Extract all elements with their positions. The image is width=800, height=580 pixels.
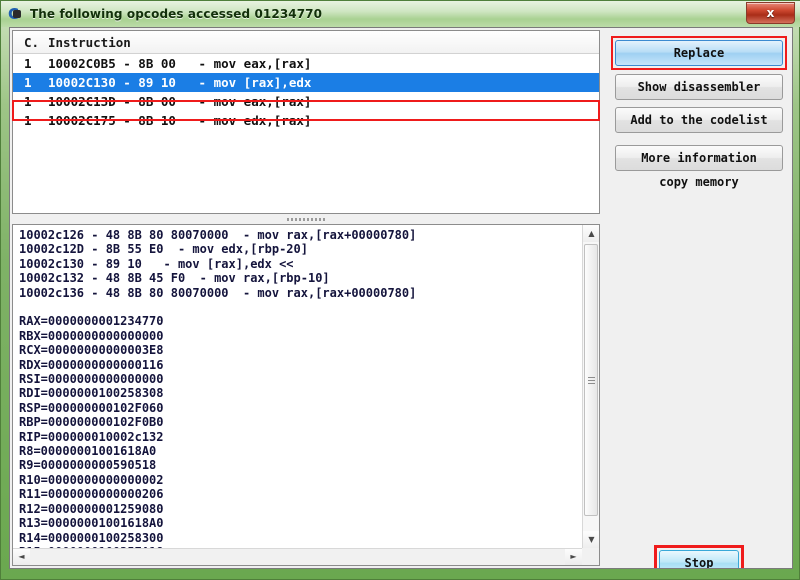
opcode-count: 1 (24, 75, 32, 90)
register-line: RCX=00000000000003E8 (19, 343, 164, 358)
disassembly-line: 10002c136 - 48 8B 80 80070000 - mov rax,… (19, 285, 417, 300)
register-line: R10=0000000000000002 (19, 472, 164, 487)
close-icon: x (766, 6, 775, 20)
splitter-grip-icon (287, 218, 325, 221)
opcode-list-header: C. Instruction (13, 31, 599, 54)
cheat-engine-opcode-window: C The following opcodes accessed 0123477… (0, 0, 800, 580)
memory-register-pane[interactable]: 10002c126 - 48 8B 80 80070000 - mov rax,… (12, 224, 600, 566)
client-area: C. Instruction 1 10002C0B5 - 8B 00 - mov … (9, 27, 793, 569)
register-line: R9=0000000000590518 (19, 458, 157, 473)
vertical-scroll-thumb[interactable] (584, 244, 598, 516)
register-line: RBP=000000000102F0B0 (19, 415, 164, 430)
opcode-count: 1 (24, 94, 32, 109)
scroll-down-button[interactable]: ▼ (583, 531, 599, 548)
opcode-row[interactable]: 1 10002C0B5 - 8B 00 - mov eax,[rax] (13, 54, 599, 73)
register-line: RSP=000000000102F060 (19, 400, 164, 415)
opcode-instruction: 10002C0B5 - 8B 00 - mov eax,[rax] (48, 56, 312, 71)
scrollbar-corner (582, 548, 599, 565)
column-header-instruction[interactable]: Instruction (48, 35, 599, 50)
horizontal-scrollbar[interactable]: ◄ ► (13, 548, 582, 565)
register-line: RBX=0000000000000000 (19, 328, 164, 343)
opcode-instruction: 10002C175 - 8B 10 - mov edx,[rax] (48, 113, 312, 128)
register-line: RAX=0000000001234770 (19, 314, 164, 329)
register-line: R14=0000000100258300 (19, 530, 164, 545)
close-button[interactable]: x (746, 2, 795, 24)
disassembly-line: 10002c130 - 89 10 - mov [rax],edx << (19, 256, 294, 271)
register-line: RDX=0000000000000116 (19, 357, 164, 372)
scroll-right-button[interactable]: ► (565, 549, 582, 565)
opcode-list[interactable]: C. Instruction 1 10002C0B5 - 8B 00 - mov … (12, 30, 600, 214)
cheat-engine-icon: C (8, 6, 24, 22)
opcode-row[interactable]: 1 10002C13D - 8B 00 - mov eax,[rax] (13, 92, 599, 111)
pane-splitter[interactable] (12, 216, 600, 223)
disassembly-line: 10002c12D - 8B 55 E0 - mov edx,[rbp-20] (19, 242, 308, 257)
chevron-left-icon: ◄ (18, 552, 25, 561)
register-line: RIP=000000010002c132 (19, 429, 164, 444)
column-header-count[interactable]: C. (13, 35, 48, 50)
register-line: R11=0000000000000206 (19, 487, 164, 502)
memory-register-text: 10002c126 - 48 8B 80 80070000 - mov rax,… (13, 225, 582, 548)
disassembly-line: 10002c132 - 48 8B 45 F0 - mov rax,[rbp-1… (19, 271, 330, 286)
right-button-panel: Replace Show disassembler Add to the cod… (605, 28, 792, 568)
copy-memory-label[interactable]: copy memory (615, 174, 783, 190)
disassembly-line: 10002c126 - 48 8B 80 80070000 - mov rax,… (19, 228, 417, 242)
vertical-scrollbar[interactable]: ▲ ▼ (582, 225, 599, 548)
title-bar[interactable]: C The following opcodes accessed 0123477… (1, 1, 800, 27)
add-to-codelist-button[interactable]: Add to the codelist (615, 107, 783, 133)
register-line: R13=00000001001618A0 (19, 516, 164, 531)
register-line: RDI=0000000100258308 (19, 386, 164, 401)
opcode-row[interactable]: 1 10002C175 - 8B 10 - mov edx,[rax] (13, 111, 599, 130)
scroll-up-button[interactable]: ▲ (583, 225, 599, 242)
replace-button[interactable]: Replace (615, 40, 783, 66)
register-line: RSI=0000000000000000 (19, 372, 164, 387)
chevron-down-icon: ▼ (588, 534, 595, 544)
opcode-count: 1 (24, 56, 32, 71)
more-information-button[interactable]: More information (615, 145, 783, 171)
chevron-right-icon: ► (570, 552, 577, 561)
scroll-thumb-grip-icon (587, 376, 595, 384)
scroll-left-button[interactable]: ◄ (13, 549, 30, 565)
opcode-count: 1 (24, 113, 32, 128)
register-line: R8=00000001001618A0 (19, 444, 157, 459)
opcode-row[interactable]: 1 10002C130 - 89 10 - mov [rax],edx (13, 73, 599, 92)
opcode-instruction: 10002C13D - 8B 00 - mov eax,[rax] (48, 94, 312, 109)
show-disassembler-button[interactable]: Show disassembler (615, 74, 783, 100)
stop-button[interactable]: Stop (659, 550, 739, 568)
left-column: C. Instruction 1 10002C0B5 - 8B 00 - mov … (10, 28, 605, 568)
window-title: The following opcodes accessed 01234770 (30, 7, 323, 21)
opcode-instruction: 10002C130 - 89 10 - mov [rax],edx (48, 75, 312, 90)
register-line: R12=0000000001259080 (19, 501, 164, 516)
opcode-rows: 1 10002C0B5 - 8B 00 - mov eax,[rax] 1 10002… (13, 54, 599, 130)
text-spacer (19, 300, 582, 314)
chevron-up-icon: ▲ (588, 228, 595, 238)
